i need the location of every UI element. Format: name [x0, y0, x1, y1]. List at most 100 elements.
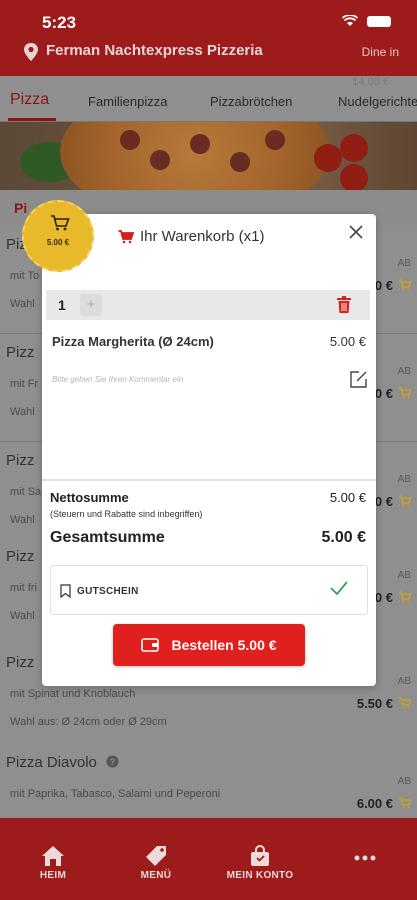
- tab-active-indicator: [8, 118, 56, 121]
- add-to-cart-icon[interactable]: [398, 494, 412, 508]
- add-to-cart-icon[interactable]: [398, 796, 412, 810]
- menu-item-desc: mit Paprika, Tabasco, Salami und Peperon…: [10, 788, 221, 800]
- menu-item-desc: mit Spinat und Knoblauch: [10, 688, 136, 700]
- svg-text:?: ?: [110, 757, 116, 767]
- add-to-cart-icon[interactable]: [398, 696, 412, 710]
- hero-pizza-image: [0, 122, 417, 190]
- wifi-icon: [342, 15, 358, 26]
- cart-icon: [51, 215, 70, 231]
- net-total-value: 5.00 €: [329, 490, 366, 505]
- grand-total-value: 5.00 €: [321, 529, 366, 546]
- status-bar: 5:23: [0, 0, 417, 34]
- menu-item-price: 5.50 €: [356, 696, 393, 711]
- restaurant-name: Ferman Nachtexpress Pizzeria: [46, 42, 263, 59]
- menu-item-name: Pizz: [6, 344, 35, 361]
- comment-input[interactable]: [52, 368, 332, 390]
- net-total-note: (Steuern und Rabatte sind inbegriffen): [50, 509, 203, 519]
- quantity-bar: 1 +: [46, 290, 370, 320]
- nav-home-label: HEIM: [39, 870, 67, 881]
- menu-item-size: Wahl aus: Ø 24cm oder Ø 29cm: [10, 716, 167, 728]
- voucher-label: GUTSCHEIN: [77, 586, 139, 597]
- check-icon: [330, 581, 348, 596]
- home-icon: [42, 846, 64, 866]
- menu-item-from-label: AB: [397, 676, 411, 687]
- menu-item-size: Wahl: [10, 406, 35, 418]
- nav-more[interactable]: [350, 818, 380, 900]
- battery-icon: [367, 15, 391, 27]
- pizza-picture: [60, 122, 330, 190]
- cart-icon: [118, 229, 134, 243]
- more-icon: [354, 855, 376, 861]
- nav-menu-label: MENÜ: [140, 870, 172, 881]
- bottom-nav: HEIM MENÜ MEIN KONTO: [0, 818, 417, 900]
- cart-modal-title: Ihr Warenkorb (x1): [140, 228, 265, 245]
- divider: [42, 479, 376, 481]
- cart-modal: Ihr Warenkorb (x1) 1 + Pizza Margherita …: [42, 214, 376, 686]
- nav-account[interactable]: MEIN KONTO: [222, 818, 298, 900]
- tab-nudelgerichte[interactable]: Nudelgerichte: [338, 94, 417, 109]
- menu-item-price: 6.00 €: [356, 796, 393, 811]
- quantity-value: 1: [58, 297, 66, 313]
- menu-item-name: Pizz: [6, 548, 35, 565]
- tomato: [340, 164, 368, 190]
- nav-account-label: MEIN KONTO: [226, 870, 294, 881]
- cart-badge-total: 5.00 €: [46, 238, 70, 247]
- add-to-cart-icon[interactable]: [398, 386, 412, 400]
- net-total-label: Nettosumme: [50, 490, 129, 505]
- tab-familienpizza[interactable]: Familienpizza: [88, 94, 167, 109]
- menu-item-from-label: AB: [397, 366, 411, 377]
- menu-item-from-label: AB: [397, 474, 411, 485]
- menu-item-name: Pizz: [6, 452, 35, 469]
- grand-total-label: Gesamtsumme: [50, 529, 165, 546]
- menu-item-desc: mit Fr: [10, 378, 39, 390]
- voucher-button[interactable]: GUTSCHEIN: [50, 565, 368, 615]
- tomato: [340, 134, 368, 162]
- menu-item-desc: mit fri: [10, 582, 37, 594]
- status-time: 5:23: [42, 13, 77, 32]
- tag-icon: [146, 846, 166, 866]
- trash-icon[interactable]: [336, 295, 352, 314]
- order-button[interactable]: Bestellen 5.00 €: [113, 624, 305, 666]
- menu-item-price: 0 €: [374, 590, 393, 605]
- order-button-label: Bestellen 5.00 €: [171, 637, 277, 653]
- bookmark-icon: [60, 584, 71, 598]
- tab-pizza[interactable]: Pizza: [10, 91, 49, 109]
- menu-item-from-label: AB: [397, 570, 411, 581]
- cart-modal-header: Ihr Warenkorb (x1): [118, 228, 264, 245]
- dine-in-toggle[interactable]: Dine in: [362, 45, 399, 59]
- category-tabs: 14.00 € Pizza Familienpizza Pizzabrötche…: [0, 76, 417, 122]
- menu-item-from-label: AB: [397, 776, 411, 787]
- menu-item-from-label: AB: [397, 258, 411, 269]
- quantity-plus-button[interactable]: +: [80, 294, 102, 316]
- location-pin-icon: [24, 43, 38, 61]
- menu-item-name: Pizz: [6, 654, 35, 671]
- ghost-price: 14.00 €: [352, 76, 389, 88]
- menu-item-size: Wahl: [10, 298, 35, 310]
- add-to-cart-icon[interactable]: [398, 278, 412, 292]
- nav-menu[interactable]: MENÜ: [134, 818, 178, 900]
- status-icons: [342, 15, 391, 27]
- header-bar: Ferman Nachtexpress Pizzeria Dine in: [0, 34, 417, 76]
- menu-item-size: Wahl: [10, 610, 35, 622]
- section-label: Pi: [14, 200, 28, 216]
- menu-item-desc: mit To: [10, 270, 40, 282]
- cart-item-name: Pizza Margherita (Ø 24cm): [52, 334, 214, 349]
- tab-pizzabroetchen[interactable]: Pizzabrötchen: [210, 94, 292, 109]
- cart-item-price: 5.00 €: [329, 334, 366, 349]
- info-icon[interactable]: ?: [106, 755, 119, 768]
- menu-item-price: 0 €: [374, 494, 393, 509]
- nav-home[interactable]: HEIM: [32, 818, 74, 900]
- menu-item[interactable]: Pizza Diavolo ? mit Paprika, Tabasco, Sa…: [0, 744, 417, 818]
- bag-icon: [251, 845, 269, 866]
- wallet-icon: [141, 638, 160, 652]
- tomato: [314, 144, 342, 172]
- close-icon[interactable]: [348, 224, 364, 240]
- add-to-cart-icon[interactable]: [398, 590, 412, 604]
- menu-item-price: 0 €: [374, 278, 393, 293]
- menu-item-name: Pizza Diavolo: [6, 754, 97, 771]
- menu-item-price: 0 €: [374, 386, 393, 401]
- menu-item-desc: mit Sa: [10, 486, 42, 498]
- menu-item-size: Wahl: [10, 514, 35, 526]
- edit-icon[interactable]: [349, 370, 368, 389]
- cart-badge[interactable]: 5.00 €: [22, 200, 94, 272]
